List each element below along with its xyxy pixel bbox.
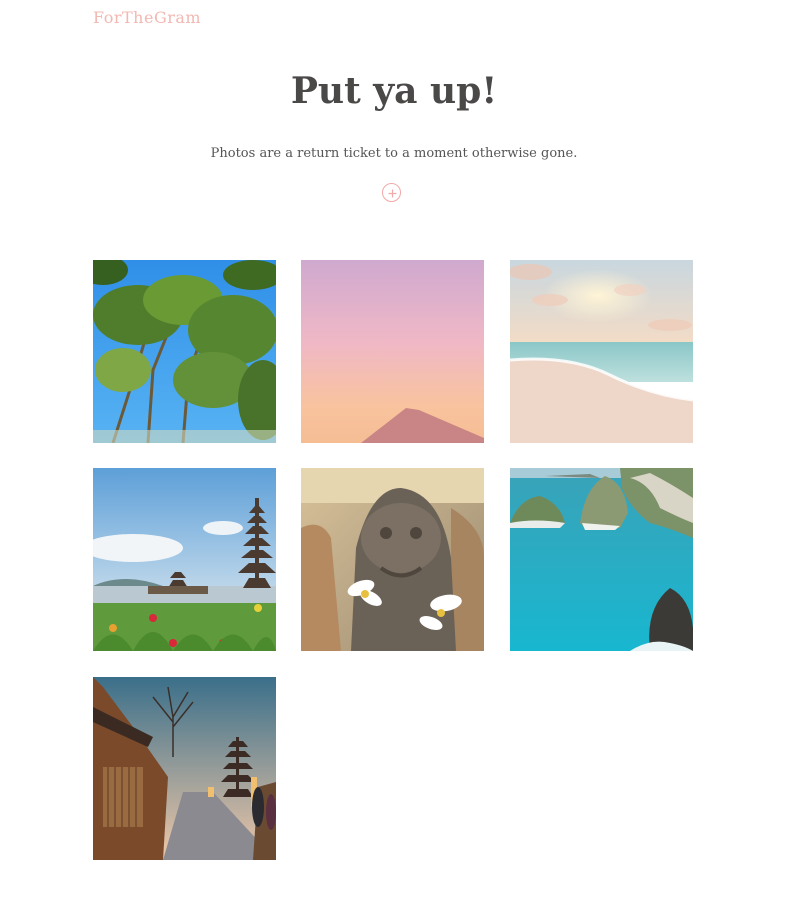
gallery-photo-stone-carving[interactable] — [301, 468, 484, 651]
plus-icon — [388, 189, 397, 198]
gallery-photo-lake-temple[interactable] — [93, 468, 276, 651]
gallery-photo-turquoise-bay[interactable] — [510, 468, 693, 651]
add-photo-button[interactable] — [382, 183, 401, 202]
gallery-photo-tropical-trees[interactable] — [93, 260, 276, 443]
gallery-photo-beach-sunset[interactable] — [510, 260, 693, 443]
gallery-photo-volcano-sunset[interactable] — [301, 260, 484, 443]
brand-logo-link[interactable]: ForTheGram — [93, 8, 201, 27]
gallery-photo-pagoda-street[interactable] — [93, 677, 276, 860]
page-title: Put ya up! — [290, 70, 498, 112]
page-subtitle: Photos are a return ticket to a moment o… — [210, 146, 578, 161]
